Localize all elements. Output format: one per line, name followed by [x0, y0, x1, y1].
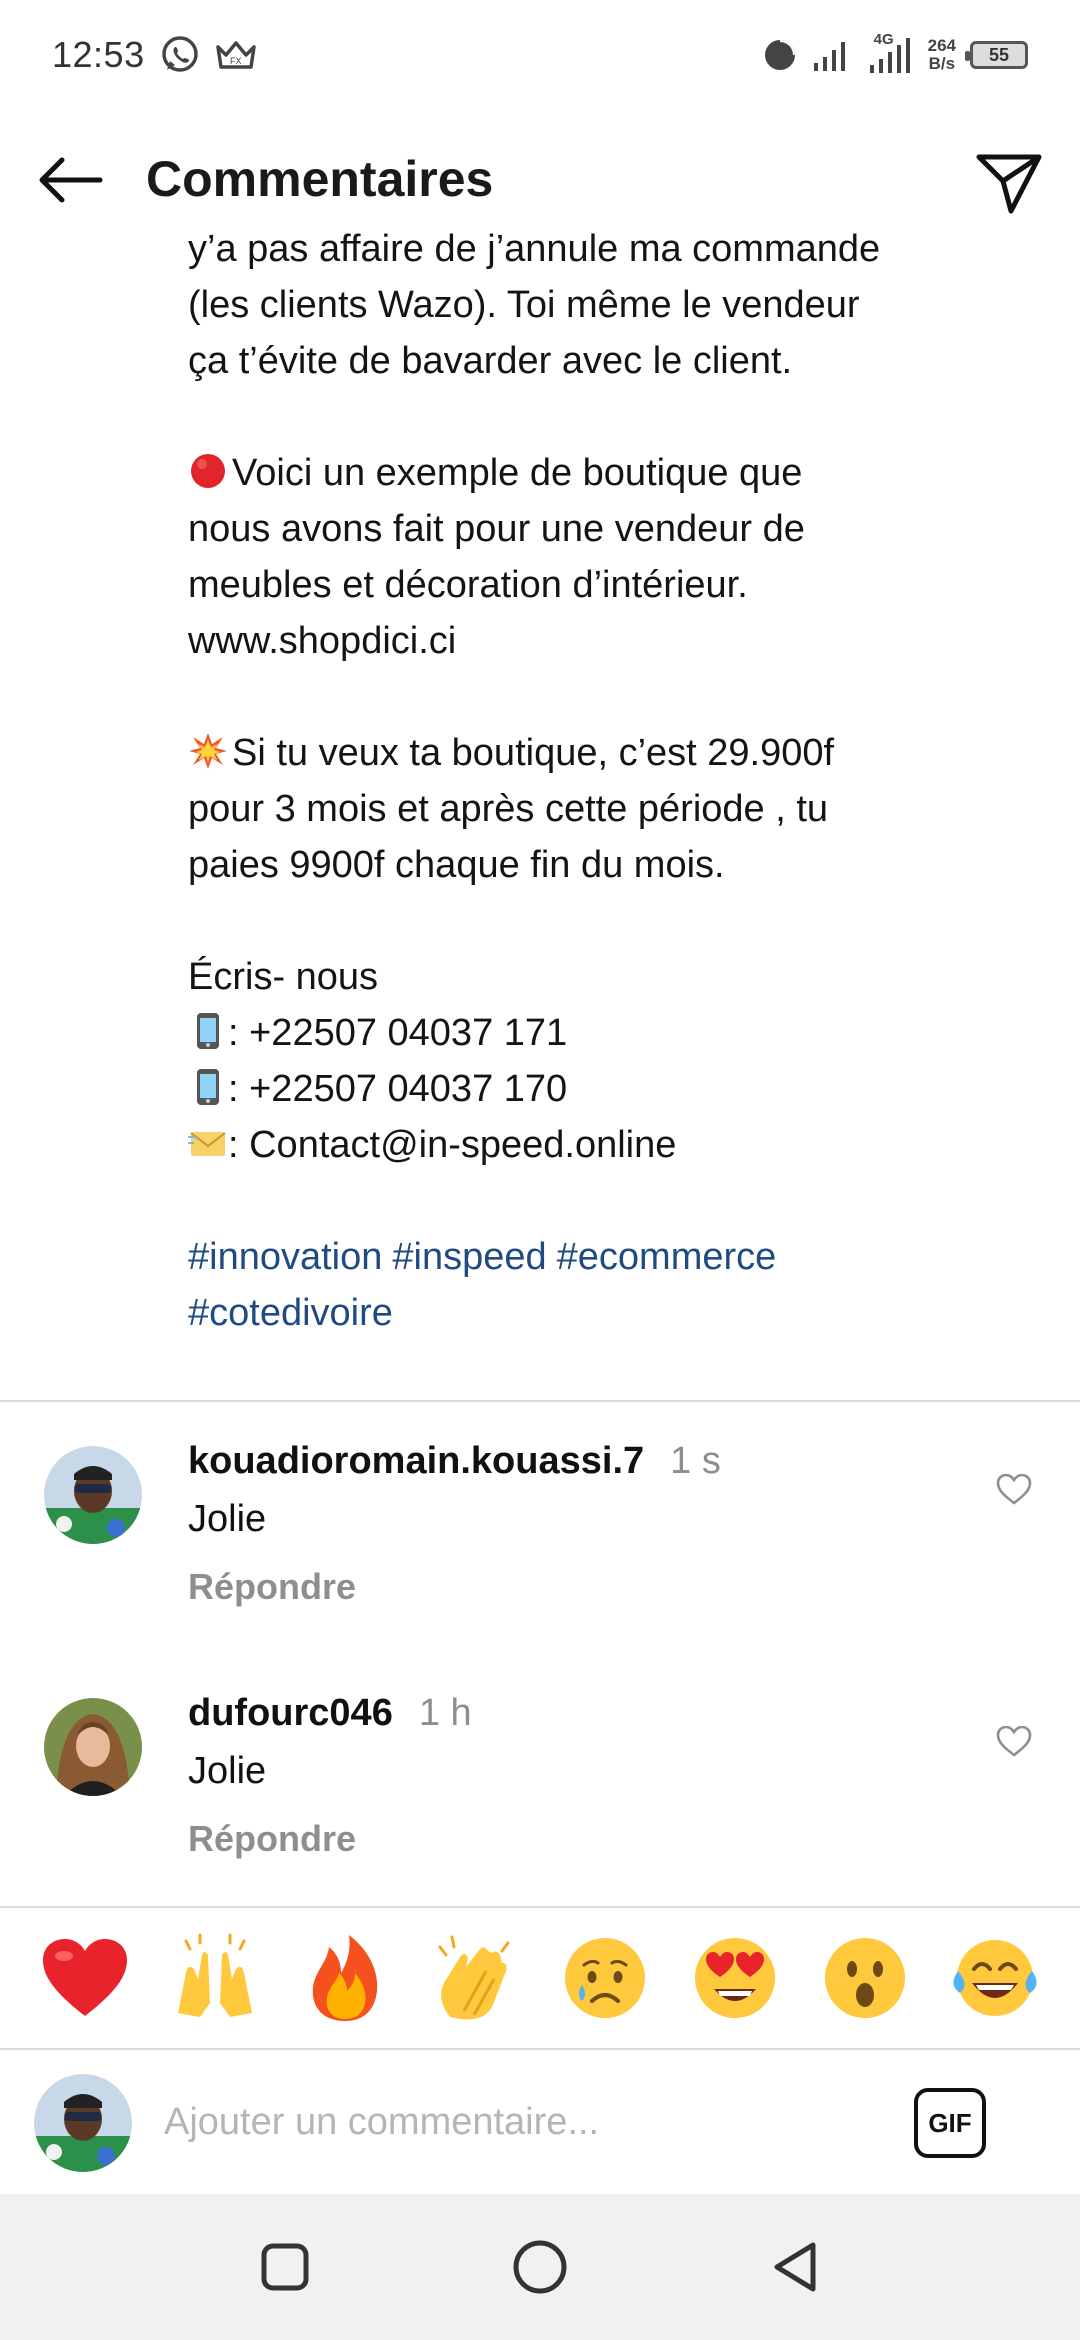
emoji-reaction-bar — [0, 1908, 1080, 2048]
hashtag-line: #cotedivoire — [188, 1285, 988, 1341]
svg-text:FX: FX — [230, 56, 242, 66]
caption-line: pour 3 mois et après cette période , tu — [188, 788, 829, 830]
caption-line: y’a pas affaire de j’annule ma commande — [188, 230, 881, 270]
contact-email[interactable]: : Contact@in-speed.online — [228, 1124, 676, 1166]
avatar — [34, 2074, 132, 2172]
red-circle-icon — [191, 454, 225, 488]
surprised-emoji[interactable] — [818, 1931, 912, 2025]
caption-line: : +22507 04037 171 — [188, 1005, 988, 1061]
comment-header: kouadioromain.kouassi.7 1 s — [188, 1440, 721, 1483]
whatsapp-icon — [161, 36, 198, 72]
caption-line: Écris- nous — [188, 956, 379, 998]
like-button[interactable] — [994, 1470, 1034, 1510]
comment-username[interactable]: kouadioromain.kouassi.7 — [188, 1440, 644, 1482]
status-time: 12:53 — [52, 34, 145, 75]
home-button[interactable] — [507, 2234, 573, 2300]
system-nav-bar — [0, 2194, 1080, 2340]
caption-line: ça t’évite de bavarder avec le client. — [188, 340, 793, 382]
hashtag-link[interactable]: #cotedivoire — [188, 1292, 393, 1334]
caption-line: Si tu veux ta boutique, c’est 29.900f — [188, 725, 988, 781]
heart-outline-icon — [996, 1474, 1032, 1505]
mobile-phone-icon — [197, 1069, 219, 1105]
status-bar: 12:53 FX 4G 264 B/s 55 — [0, 0, 1080, 110]
divider — [0, 1400, 1080, 1402]
reply-button[interactable]: Répondre — [188, 1566, 356, 1608]
page-title: Commentaires — [146, 151, 494, 207]
hashtag-link[interactable]: #ecommerce — [557, 1236, 777, 1278]
caption-line: : Contact@in-speed.online — [188, 1117, 988, 1173]
mobile-phone-icon — [197, 1013, 219, 1049]
contact-phone-2[interactable]: : +22507 04037 170 — [228, 1068, 567, 1110]
caption-link[interactable]: www.shopdici.ci — [188, 613, 988, 669]
comment-input[interactable] — [164, 2092, 884, 2152]
pie-icon — [764, 40, 795, 70]
comment-username[interactable]: dufourc046 — [188, 1692, 393, 1734]
comment-composer: GIF — [0, 2050, 1080, 2194]
comment-time: 1 s — [670, 1440, 721, 1482]
paper-plane-icon — [976, 154, 1042, 214]
caption-line: meubles et décoration d’intérieur. — [188, 564, 748, 606]
contact-phone-1[interactable]: : +22507 04037 171 — [228, 1012, 567, 1054]
hashtag-link[interactable]: #inspeed — [392, 1236, 546, 1278]
caption-text: Voici un exemple de boutique que — [232, 452, 803, 494]
recent-apps-button[interactable] — [252, 2234, 318, 2300]
comment-time: 1 h — [418, 1692, 472, 1734]
heart-outline-icon — [996, 1726, 1032, 1757]
gif-button[interactable]: GIF — [914, 2088, 986, 2158]
status-left: 12:53 FX — [52, 34, 257, 76]
fire-emoji[interactable] — [298, 1931, 392, 2025]
caption-line: Voici un exemple de boutique que — [188, 445, 988, 501]
comment-item: dufourc046 1 h Jolie Répondre — [0, 1692, 1080, 1892]
avatar[interactable] — [44, 1698, 142, 1796]
envelope-icon — [188, 1132, 226, 1156]
comment-text: Jolie — [188, 1750, 267, 1792]
status-right: 4G 264 B/s 55 — [762, 31, 1028, 75]
comment-header: dufourc046 1 h — [188, 1692, 472, 1735]
tears-of-joy-emoji[interactable] — [948, 1931, 1042, 2025]
caption-line: : +22507 04037 170 — [188, 1061, 988, 1117]
hashtag-link[interactable]: #innovation — [188, 1236, 382, 1278]
caption-text: Si tu veux ta boutique, c’est 29.900f — [232, 732, 835, 774]
crown-icon: FX — [215, 41, 256, 69]
back-icon — [774, 2242, 816, 2292]
back-button[interactable] — [34, 148, 104, 212]
net-speed: 264 B/s — [928, 37, 956, 73]
comment-text: Jolie — [188, 1498, 267, 1540]
collision-icon — [189, 733, 227, 769]
clapping-hands-emoji[interactable] — [428, 1931, 522, 2025]
heart-emoji[interactable] — [38, 1931, 132, 2025]
post-caption: y’a pas affaire de j’annule ma commande … — [188, 230, 988, 1341]
net-speed-unit: B/s — [928, 54, 956, 73]
home-icon — [513, 2240, 567, 2294]
share-button[interactable] — [972, 148, 1046, 218]
raising-hands-emoji[interactable] — [168, 1931, 262, 2025]
system-back-button[interactable] — [762, 2234, 828, 2300]
post-caption-viewport: y’a pas affaire de j’annule ma commande … — [0, 230, 1080, 1400]
sad-tear-emoji[interactable] — [558, 1931, 652, 2025]
signal-icon — [813, 42, 845, 71]
recent-apps-icon — [261, 2243, 309, 2291]
heart-eyes-emoji[interactable] — [688, 1931, 782, 2025]
caption-line: (les clients Wazo). Toi même le vendeur — [188, 284, 860, 326]
net-speed-value: 264 — [927, 36, 956, 55]
signal-4g-icon: 4G — [866, 31, 914, 75]
caption-line: nous avons fait pour une vendeur de — [188, 508, 805, 550]
hashtag-line: #innovation #inspeed #ecommerce — [188, 1229, 988, 1285]
caption-line: paies 9900f chaque fin du mois. — [188, 844, 725, 886]
comment-item: kouadioromain.kouassi.7 1 s Jolie Répondr… — [0, 1440, 1080, 1640]
reply-button[interactable]: Répondre — [188, 1818, 356, 1860]
like-button[interactable] — [994, 1722, 1034, 1762]
arrow-left-icon — [39, 157, 103, 203]
header: Commentaires — [0, 130, 1080, 230]
battery-level: 55 — [988, 44, 1010, 65]
avatar[interactable] — [44, 1446, 142, 1544]
battery-icon: 55 — [965, 41, 1028, 69]
